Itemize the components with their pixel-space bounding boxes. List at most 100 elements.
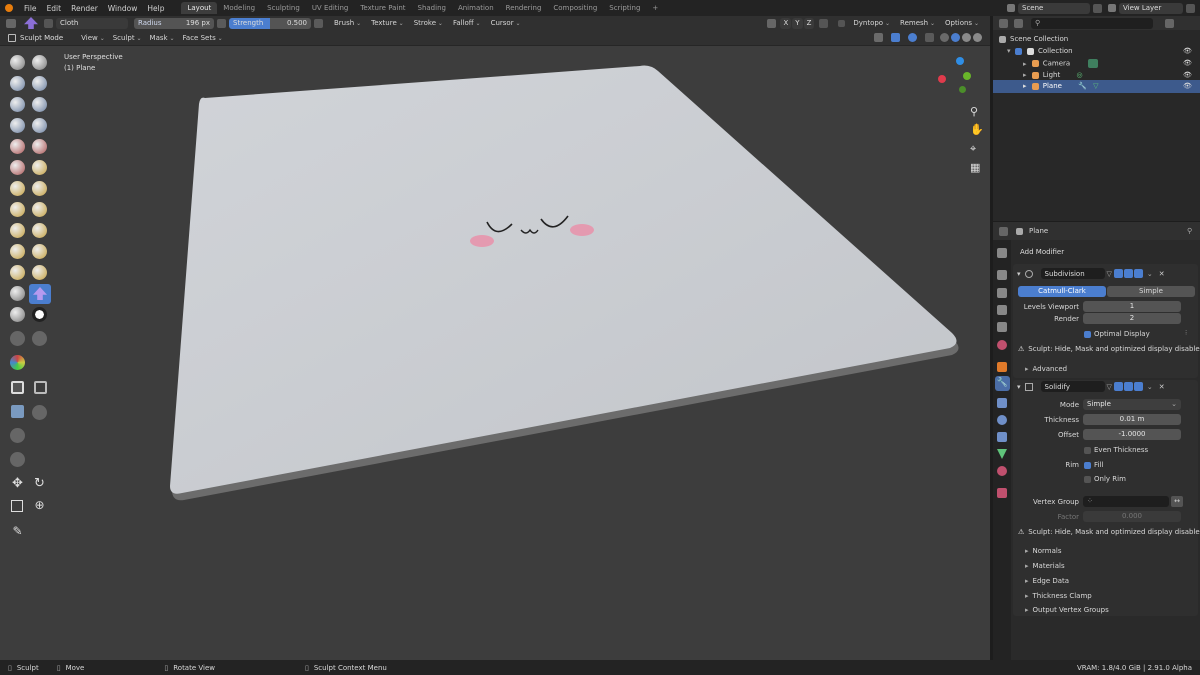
radius-slider[interactable]: Radius 196 px [134, 17, 214, 29]
mesh-filter-icon[interactable] [10, 452, 25, 467]
view-menu[interactable]: View [77, 34, 109, 42]
light-data-icon[interactable]: ◎ [1076, 71, 1082, 79]
ortho-grid-icon[interactable]: ▦ [970, 161, 980, 174]
zoom-icon[interactable]: ⚲ [970, 105, 978, 118]
cloth-brush-icon[interactable] [29, 284, 51, 304]
inflate-brush-icon[interactable] [10, 118, 25, 133]
brush-name-field[interactable]: Cloth [56, 17, 128, 29]
outliner-item-light[interactable]: ▸ Light ◎ 👁 [1023, 71, 1192, 79]
camera-view-icon[interactable]: ⌖ [970, 142, 976, 156]
tool-tab-icon[interactable] [997, 248, 1007, 258]
constraints-tab-icon[interactable] [997, 432, 1007, 442]
edge-data-subpanel[interactable]: ▸ Edge Data [1025, 577, 1069, 585]
layer-brush-icon[interactable] [32, 97, 47, 112]
edit-mode-icon[interactable]: ▽ [1107, 270, 1112, 278]
render-display-icon[interactable] [1133, 382, 1143, 391]
offset-field[interactable]: -1.0000 [1083, 429, 1181, 440]
collapse-arrow-icon[interactable]: ▾ [1017, 270, 1021, 278]
tab-layout[interactable]: Layout [181, 2, 218, 14]
even-thickness-checkbox[interactable]: Even Thickness [1084, 446, 1148, 454]
grab-brush-icon[interactable] [32, 202, 47, 217]
viewport-display-icon[interactable] [1123, 269, 1133, 278]
particles-tab-icon[interactable] [997, 398, 1007, 408]
filter-icon[interactable] [1165, 18, 1174, 28]
thickness-field[interactable]: 0.01 m [1083, 414, 1181, 425]
radius-pressure-icon[interactable] [217, 18, 226, 28]
clay-thumb-brush-icon[interactable] [10, 97, 25, 112]
multires-displacement-icon[interactable] [32, 331, 47, 346]
outliner-item-camera[interactable]: ▸ Camera 👁 [1023, 59, 1192, 68]
menu-edit[interactable]: Edit [42, 4, 67, 13]
box-trim-icon[interactable] [32, 405, 47, 420]
nudge-brush-icon[interactable] [10, 265, 25, 280]
edit-mode-icon[interactable]: ▽ [1107, 383, 1112, 391]
mesh-data-icon[interactable]: ▽ [1093, 82, 1098, 90]
scene-tab-icon[interactable] [997, 322, 1007, 332]
tab-modeling[interactable]: Modeling [217, 2, 261, 14]
modifier-tab-icon[interactable]: 🔧 [995, 376, 1010, 391]
draw-brush-icon[interactable] [10, 55, 25, 70]
face-sets-menu[interactable]: Face Sets [179, 34, 227, 42]
axis-x-toggle[interactable]: X [780, 17, 792, 29]
materials-subpanel[interactable]: ▸ Materials [1025, 562, 1065, 570]
snake-hook-brush-icon[interactable] [32, 223, 47, 238]
editor-type-icon[interactable] [6, 18, 16, 28]
normals-subpanel[interactable]: ▸ Normals [1025, 547, 1062, 555]
dropdown-arrow-icon[interactable]: ⌄ [1147, 383, 1153, 391]
properties-editor-icon[interactable] [999, 226, 1008, 236]
factor-field[interactable]: 0.000 [1083, 511, 1181, 522]
options-menu[interactable]: Options [940, 19, 984, 27]
pan-hand-icon[interactable]: ✋ [970, 123, 984, 136]
strength-pressure-icon[interactable] [314, 18, 323, 28]
expand-arrow-icon[interactable]: ▸ [1023, 60, 1027, 68]
scrape-brush-icon[interactable] [10, 181, 25, 196]
render-tab-icon[interactable] [997, 270, 1007, 280]
pose-brush-icon[interactable] [32, 244, 47, 259]
thumb-brush-icon[interactable] [10, 244, 25, 259]
collection-include-checkbox[interactable] [1014, 47, 1022, 55]
blob-brush-icon[interactable] [32, 118, 47, 133]
plane-visibility-icon[interactable]: 👁 [1183, 80, 1192, 93]
fill-checkbox[interactable]: Fill [1084, 461, 1103, 469]
dropdown-arrow-icon[interactable]: ⌄ [1147, 270, 1153, 278]
add-workspace-button[interactable]: + [646, 2, 664, 14]
output-tab-icon[interactable] [997, 288, 1007, 298]
annotate-tool-icon[interactable]: ✎ [10, 524, 25, 539]
shading-material-icon[interactable] [962, 33, 971, 42]
world-tab-icon[interactable] [997, 340, 1007, 350]
scale-tool-icon[interactable] [11, 500, 23, 512]
tab-texture-paint[interactable]: Texture Paint [354, 2, 411, 14]
multiplane-scrape-brush-icon[interactable] [32, 181, 47, 196]
camera-visibility-icon[interactable]: 👁 [1183, 59, 1192, 67]
add-modifier-button[interactable]: Add Modifier [1015, 246, 1196, 258]
collection-visibility-icon[interactable]: 👁 [1183, 47, 1192, 55]
texture-tab-icon[interactable] [997, 488, 1007, 498]
plane-mesh[interactable] [0, 46, 990, 660]
axis-z-icon[interactable] [956, 57, 964, 65]
invert-vertex-group-icon[interactable]: ↔ [1171, 496, 1183, 507]
line-project-icon[interactable] [10, 428, 25, 443]
expand-arrow-icon[interactable]: ▾ [1007, 47, 1011, 55]
subdivision-header[interactable]: ▾ Subdivision ▽ ⌄ ✕ [1017, 267, 1197, 280]
menu-render[interactable]: Render [66, 4, 103, 13]
move-tool-icon[interactable]: ✥ [10, 476, 25, 491]
tab-uv-editing[interactable]: UV Editing [306, 2, 355, 14]
tab-animation[interactable]: Animation [452, 2, 500, 14]
outliner-item-scene-collection[interactable]: Scene Collection [999, 35, 1068, 43]
3d-viewport[interactable]: User Perspective (1) Plane ✥ ↻ ⊕ ✎ ⚲ ✋ ⌖… [0, 46, 990, 660]
symmetry-icon[interactable] [767, 18, 777, 28]
axis-y-toggle[interactable]: Y [792, 17, 803, 29]
subdivision-name-field[interactable]: Subdivision [1040, 268, 1105, 279]
axis-z-toggle[interactable]: Z [803, 17, 815, 29]
mode-select[interactable]: Simple ⌄ [1083, 399, 1181, 410]
rotate-brush-icon[interactable] [32, 265, 47, 280]
axis-y-icon[interactable] [963, 72, 971, 80]
modifier-wrench-icon[interactable]: 🔧 [1078, 82, 1087, 90]
light-visibility-icon[interactable]: 👁 [1183, 71, 1192, 79]
transform-tool-icon[interactable]: ⊕ [32, 498, 47, 513]
new-view-layer-icon[interactable] [1186, 3, 1195, 13]
navigation-gizmo[interactable] [935, 54, 975, 96]
strength-slider[interactable]: Strength 0.500 [229, 17, 311, 29]
scene-selector[interactable]: Scene [1018, 2, 1090, 14]
data-tab-icon[interactable] [997, 449, 1007, 459]
